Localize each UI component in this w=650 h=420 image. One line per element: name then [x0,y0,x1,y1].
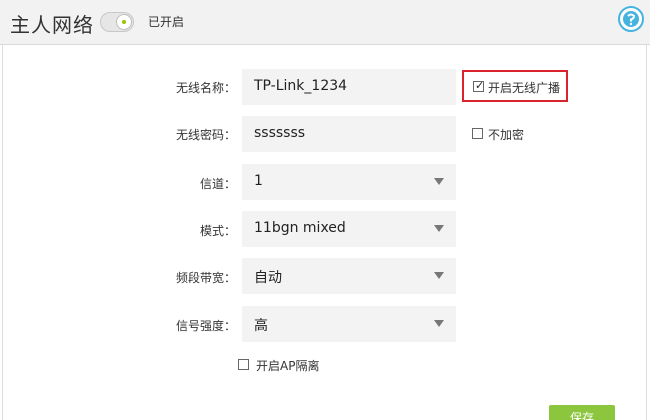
signal-strength-label: 信号强度： [175,319,236,333]
no-encryption-label: 不加密 [488,128,525,142]
password-value: sssssss [254,125,306,141]
password-input[interactable]: sssssss [242,116,456,152]
check-icon: ✓ [475,79,485,92]
password-label: 无线密码： [175,128,236,142]
save-button[interactable]: 保存 [549,405,615,420]
chevron-down-icon [434,178,444,185]
ap-isolation-label: 开启AP隔离 [256,359,320,373]
chevron-down-icon [434,272,444,279]
chevron-down-icon [434,320,444,327]
signal-strength-value: 高 [254,318,268,334]
channel-value: 1 [254,173,263,189]
bandwidth-label: 频段带宽： [175,271,236,285]
save-button-label: 保存 [569,411,594,420]
panel-left-border [2,45,3,420]
page-title: 主人网络 [10,13,94,37]
ssid-value: TP-Link_1234 [254,78,348,94]
bandwidth-value: 自动 [254,270,282,286]
broadcast-label: 开启无线广播 [488,81,561,95]
ap-isolation-checkbox[interactable] [238,359,249,370]
mode-value: 11bgn mixed [254,220,346,236]
panel-right-border [646,45,647,420]
header-bar [0,0,650,45]
channel-select[interactable]: 1 [242,164,456,200]
mode-select[interactable]: 11bgn mixed [242,211,456,247]
broadcast-checkbox[interactable]: ✓ [473,79,485,92]
ssid-label: 无线名称： [175,81,236,95]
no-encryption-checkbox[interactable] [472,128,483,139]
help-icon[interactable] [618,6,644,32]
toggle-indicator-dot [122,20,126,24]
toggle-status-text: 已开启 [148,15,185,29]
channel-label: 信道： [199,177,236,191]
toggle-knob [116,14,132,30]
ssid-input[interactable]: TP-Link_1234 [242,69,456,105]
signal-strength-select[interactable]: 高 [242,306,456,342]
mode-label: 模式： [199,224,236,238]
bandwidth-select[interactable]: 自动 [242,258,456,294]
chevron-down-icon [434,225,444,232]
network-toggle[interactable] [100,12,134,32]
